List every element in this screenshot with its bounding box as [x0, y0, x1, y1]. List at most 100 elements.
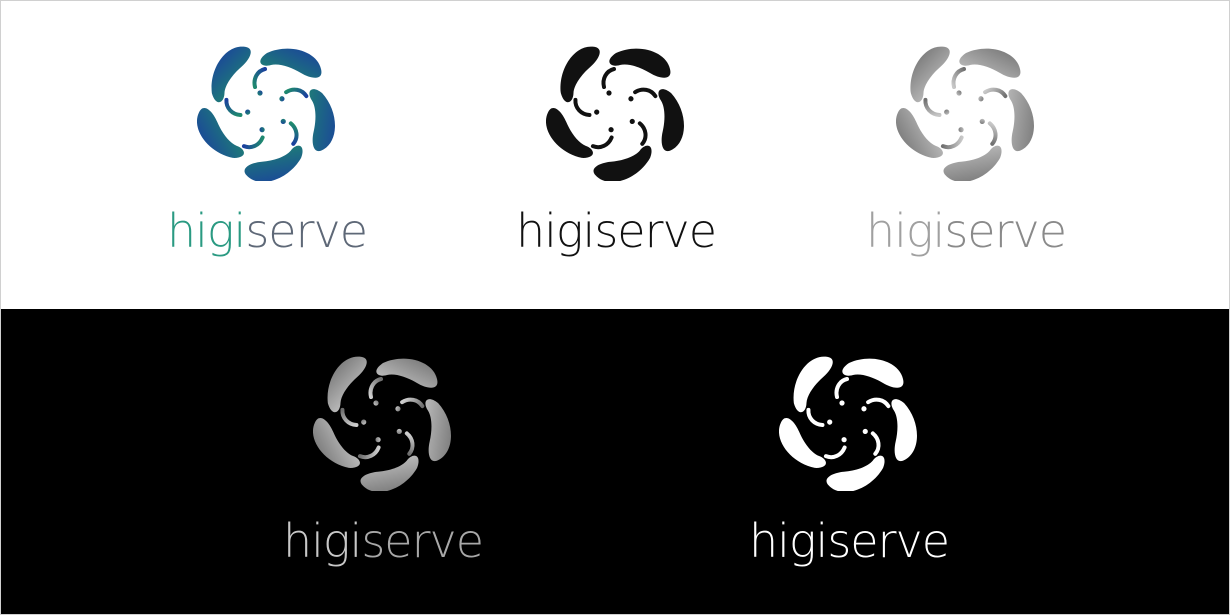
wordmark: higiserve — [866, 204, 1067, 258]
swirl-arm — [313, 418, 381, 468]
swirl-dash — [368, 377, 383, 399]
swirl-dash — [983, 87, 1008, 99]
swirl-dot — [396, 428, 402, 435]
swirl-dot — [606, 90, 612, 96]
swirl-arm-shape — [360, 455, 419, 491]
swirl-arm-shape — [943, 145, 1002, 181]
swirl-dash — [633, 87, 658, 99]
dark-panel — [1, 309, 1229, 614]
swirl-dot — [827, 419, 833, 425]
svg-text:higiserve: higiserve — [749, 514, 949, 568]
swirl-dash — [951, 67, 966, 89]
swirl-mark-icon — [896, 46, 1034, 181]
swirl-dash — [923, 97, 942, 117]
swirl-arm-shape — [211, 46, 251, 103]
swirl-dot — [594, 109, 600, 115]
wordmark: higiserve — [516, 204, 717, 258]
swirl-arm — [368, 358, 438, 406]
swirl-arm — [360, 428, 419, 491]
swirl-arm-shape — [826, 455, 885, 491]
swirl-dash — [224, 97, 243, 117]
swirl-arm — [211, 46, 251, 117]
swirl-dash — [357, 445, 381, 460]
swirl-dash — [834, 377, 849, 399]
swirl-arm-shape — [891, 399, 917, 461]
swirl-dot — [839, 400, 845, 406]
swirl-dash — [252, 67, 267, 89]
logo-sheet: higiserve higiserve higiserve higiserve … — [0, 0, 1230, 615]
swirl-dash — [241, 135, 265, 150]
swirl-dot — [257, 90, 263, 96]
swirl-dot — [978, 96, 984, 102]
logo-gray-on-black-variant: higiserve — [283, 351, 484, 591]
swirl-arm-shape — [546, 108, 593, 158]
logo-white-on-black-variant: higiserve — [749, 351, 950, 591]
wordmark: higiserve — [167, 204, 368, 258]
swirl-dash — [637, 121, 648, 146]
logo-black-variant: higiserve — [516, 41, 717, 281]
swirl-dash — [400, 397, 425, 409]
swirl-arm — [826, 428, 885, 491]
swirl-arm — [910, 46, 950, 117]
swirl-arm-shape — [910, 46, 950, 103]
swirl-dash — [866, 397, 891, 409]
swirl-dot — [245, 109, 251, 115]
swirl-arm — [546, 108, 614, 158]
swirl-dash — [573, 97, 592, 117]
swirl-mark-icon — [779, 356, 917, 491]
swirl-mark-icon — [313, 356, 451, 491]
swirl-arm — [244, 118, 303, 181]
swirl-dot — [862, 428, 868, 435]
swirl-arm-shape — [593, 145, 652, 181]
swirl-dot — [395, 406, 401, 412]
swirl-arm-shape — [260, 48, 322, 78]
swirl-arm-shape — [793, 356, 833, 413]
swirl-dash — [590, 135, 614, 150]
swirl-arm — [861, 397, 917, 461]
swirl-dash — [601, 67, 616, 89]
swirl-arm-shape — [376, 358, 438, 388]
swirl-arm-shape — [779, 418, 826, 468]
swirl-dot — [629, 118, 635, 125]
swirl-dot — [944, 109, 950, 115]
swirl-arm — [978, 87, 1034, 151]
swirl-arm-shape — [959, 48, 1021, 78]
swirl-dot — [361, 419, 367, 425]
swirl-arm — [896, 108, 964, 158]
swirl-dot — [373, 400, 379, 406]
swirl-arm — [834, 358, 904, 406]
swirl-arm-shape — [244, 145, 303, 181]
swirl-arm — [601, 48, 671, 96]
swirl-arm — [951, 48, 1021, 96]
swirl-arm — [197, 108, 265, 158]
swirl-dot — [958, 127, 964, 133]
swirl-dash — [288, 121, 299, 146]
svg-text:higiserve: higiserve — [516, 204, 716, 258]
wordmark: higiserve — [283, 514, 484, 568]
logo-color-variant: higiserve — [167, 41, 368, 281]
logo-gray-variant: higiserve — [866, 41, 1067, 281]
svg-text:higiserve: higiserve — [283, 514, 483, 568]
swirl-arm — [628, 87, 684, 151]
swirl-arm — [395, 397, 451, 461]
swirl-dot — [279, 96, 285, 102]
swirl-dash — [404, 431, 415, 456]
swirl-arm — [560, 46, 600, 117]
swirl-dot — [861, 406, 867, 412]
swirl-arm-shape — [1008, 89, 1034, 151]
wordmark: higiserve — [749, 514, 950, 568]
swirl-arm-shape — [896, 108, 943, 158]
swirl-dash — [806, 407, 825, 427]
swirl-arm-shape — [842, 358, 904, 388]
swirl-mark-icon — [197, 46, 335, 181]
swirl-dot — [956, 90, 962, 96]
swirl-arm-shape — [425, 399, 451, 461]
swirl-arm — [779, 418, 847, 468]
swirl-dash — [284, 87, 309, 99]
swirl-arm — [279, 87, 335, 151]
swirl-dot — [628, 96, 634, 102]
swirl-dot — [280, 118, 286, 125]
swirl-arm — [252, 48, 322, 96]
svg-text:higiserve: higiserve — [866, 204, 1066, 258]
swirl-dash — [987, 121, 998, 146]
